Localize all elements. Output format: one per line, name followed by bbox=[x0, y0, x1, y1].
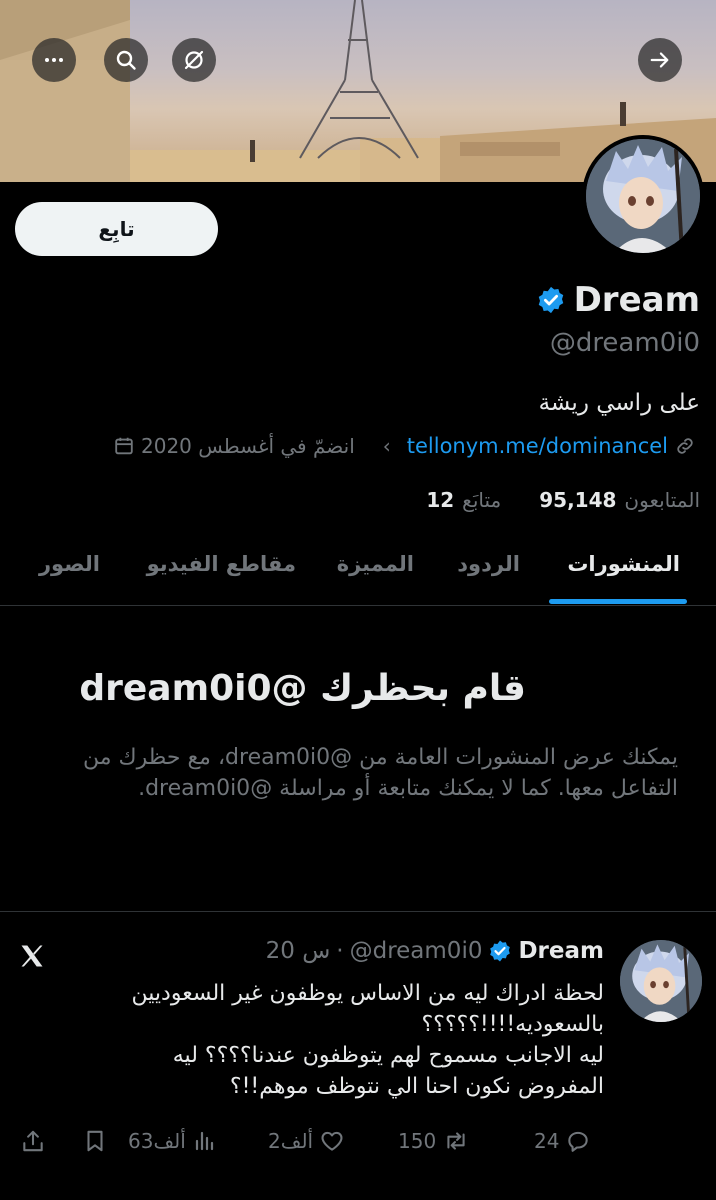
follow-button[interactable]: تابِع bbox=[15, 202, 218, 256]
calendar-icon bbox=[115, 437, 133, 455]
grok-button[interactable] bbox=[172, 38, 216, 82]
section-divider bbox=[0, 911, 716, 912]
active-tab-indicator bbox=[549, 599, 687, 604]
profile-bio: على راسي ريشة bbox=[538, 390, 700, 416]
tab-videos[interactable]: مقاطع الفيديو bbox=[147, 552, 296, 576]
profile-joined-date: انضمّ في أغسطس 2020 bbox=[141, 434, 355, 458]
like-button[interactable]: 2ألف bbox=[268, 1128, 345, 1154]
tab-replies[interactable]: الردود bbox=[457, 552, 520, 576]
x-logo-icon bbox=[21, 945, 43, 967]
profile-tabs: المنشورات الردود المميزة مقاطع الفيديو ا… bbox=[0, 540, 716, 606]
repost-button[interactable]: 150 bbox=[398, 1128, 470, 1154]
following-count[interactable]: 12 bbox=[426, 488, 454, 512]
tweet-text: لحظة ادراك ليه من الاساس يوظفون غير السع… bbox=[14, 978, 604, 1102]
reply-count: 24 bbox=[534, 1129, 560, 1153]
verified-badge-icon[interactable] bbox=[536, 285, 566, 315]
tweet-avatar-image bbox=[620, 940, 702, 1022]
tweet-author-name[interactable]: Dream bbox=[518, 938, 604, 964]
tab-photos[interactable]: الصور bbox=[39, 552, 100, 576]
tweet-header: Dream @dream0i0 · 20 س bbox=[266, 938, 604, 964]
tweet-text-line: ليه الاجانب مسموح لهم يتوظفون عندنا؟؟؟؟ … bbox=[172, 1043, 604, 1068]
profile-link[interactable]: tellonym.me/dominancel bbox=[407, 434, 668, 458]
tweet-avatar[interactable] bbox=[620, 940, 702, 1022]
profile-stats: 12 متابَع 95,148 المتابعون bbox=[426, 488, 700, 512]
arrow-right-icon bbox=[650, 52, 669, 68]
views-button[interactable]: 63ألف bbox=[128, 1128, 216, 1154]
followers-label[interactable]: المتابعون bbox=[624, 488, 700, 512]
profile-avatar[interactable] bbox=[582, 135, 704, 257]
more-button[interactable] bbox=[32, 38, 76, 82]
verified-badge-icon bbox=[490, 940, 511, 962]
profile-handle: @dream0i0 bbox=[549, 328, 700, 358]
bookmark-button[interactable] bbox=[82, 1128, 108, 1154]
tweet-separator: · bbox=[336, 938, 344, 964]
followers-count[interactable]: 95,148 bbox=[539, 488, 616, 512]
repost-count: 150 bbox=[398, 1129, 437, 1153]
grok-icon bbox=[184, 50, 204, 70]
search-icon bbox=[116, 50, 136, 70]
views-count: 63ألف bbox=[128, 1129, 186, 1153]
reply-button[interactable]: 24 bbox=[534, 1128, 591, 1154]
tab-highlights[interactable]: المميزة bbox=[337, 552, 414, 576]
chevron-left-icon: ‹ bbox=[382, 434, 391, 458]
repost-icon bbox=[447, 1132, 465, 1150]
link-icon bbox=[677, 438, 693, 454]
profile-meta: tellonym.me/dominancel ‹ انضمّ في أغسطس … bbox=[113, 434, 696, 458]
tweet-author-handle[interactable]: @dream0i0 bbox=[350, 938, 483, 964]
search-button[interactable] bbox=[104, 38, 148, 82]
avatar-image bbox=[586, 139, 700, 253]
more-icon bbox=[45, 58, 63, 62]
following-label[interactable]: متابَع bbox=[462, 488, 501, 512]
tweet-text-line: لحظة ادراك ليه من الاساس يوظفون غير السع… bbox=[131, 981, 604, 1006]
profile-name-row: Dream bbox=[536, 280, 700, 320]
profile-display-name: Dream bbox=[573, 280, 700, 320]
blocked-title: قام بحظرك @dream0i0 bbox=[79, 668, 526, 709]
share-button[interactable] bbox=[20, 1128, 46, 1154]
heart-icon bbox=[321, 1131, 343, 1151]
tweet-text-line: المفروض نكون احنا الي نتوظف موهم!!؟ bbox=[229, 1074, 604, 1099]
views-icon bbox=[195, 1131, 213, 1151]
bookmark-icon bbox=[87, 1130, 103, 1152]
share-icon bbox=[23, 1130, 43, 1152]
tweet-timestamp[interactable]: 20 س bbox=[266, 938, 331, 964]
reply-icon bbox=[568, 1131, 589, 1152]
blocked-description: يمكنك عرض المنشورات العامة من @dream0i0،… bbox=[83, 745, 678, 801]
tweet-text-line: بالسعوديه!!!!؟؟؟؟؟ bbox=[421, 1012, 604, 1037]
back-button[interactable] bbox=[638, 38, 682, 82]
like-count: 2ألف bbox=[268, 1129, 314, 1153]
tab-posts[interactable]: المنشورات bbox=[567, 552, 680, 576]
tweet-actions: 24 150 2ألف 63ألف bbox=[0, 1128, 716, 1164]
